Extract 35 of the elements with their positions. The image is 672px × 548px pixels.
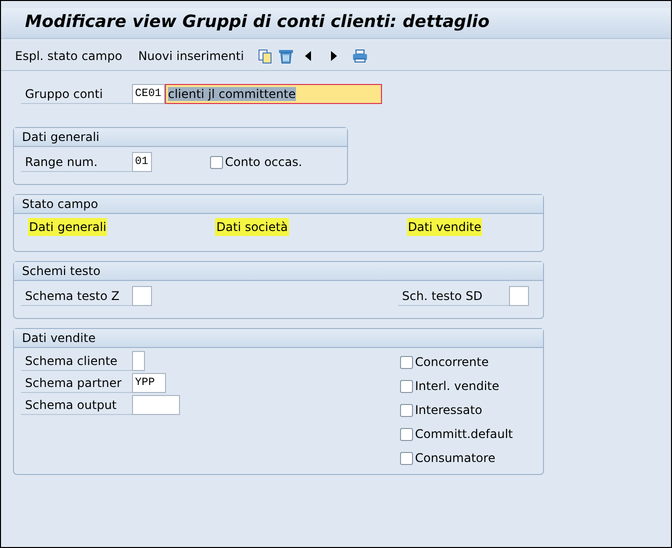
- checkbox[interactable]: [400, 428, 413, 440]
- group-title: Stato campo: [22, 196, 98, 213]
- input-field[interactable]: [509, 286, 529, 306]
- input-field[interactable]: [132, 286, 152, 306]
- checkbox[interactable]: [400, 380, 413, 392]
- section-link[interactable]: Dati società: [215, 218, 289, 236]
- copy-icon[interactable]: [258, 48, 272, 64]
- input-field[interactable]: YPP: [132, 373, 166, 393]
- checkbox[interactable]: [400, 452, 413, 464]
- input-field[interactable]: [132, 351, 145, 371]
- checkbox[interactable]: [400, 404, 413, 416]
- group-title: Dati generali: [22, 129, 100, 146]
- input-field[interactable]: [132, 395, 180, 415]
- previous-icon[interactable]: [304, 51, 312, 61]
- checkbox[interactable]: [400, 356, 413, 368]
- section-link[interactable]: Dati generali: [28, 218, 108, 236]
- toolbar-button[interactable]: Nuovi inserimenti: [136, 47, 246, 65]
- checkbox-label: Conto occas.: [225, 154, 302, 171]
- input-field[interactable]: CE01: [132, 84, 165, 104]
- next-icon[interactable]: [330, 51, 338, 61]
- checkbox[interactable]: [210, 156, 223, 168]
- group-title: Schemi testo: [22, 263, 100, 280]
- checkbox-label: Concorrente: [415, 354, 489, 371]
- section-link[interactable]: Dati vendite: [406, 218, 482, 236]
- trash-icon[interactable]: [278, 48, 294, 64]
- group-title: Dati vendite: [22, 330, 96, 347]
- print-icon[interactable]: [352, 49, 368, 63]
- checkbox-label: Consumatore: [415, 450, 496, 467]
- checkbox-label: Interessato: [415, 402, 482, 419]
- input-field[interactable]: 01: [132, 152, 152, 172]
- checkbox-label: Committ.default: [415, 426, 513, 443]
- description-field[interactable]: clienti jl committente: [165, 84, 382, 104]
- checkbox-label: Interl. vendite: [415, 378, 500, 395]
- window-title: Modificare view Gruppi di conti clienti: dettaglio: [25, 11, 490, 34]
- toolbar-button[interactable]: Espl. stato campo: [13, 47, 124, 65]
